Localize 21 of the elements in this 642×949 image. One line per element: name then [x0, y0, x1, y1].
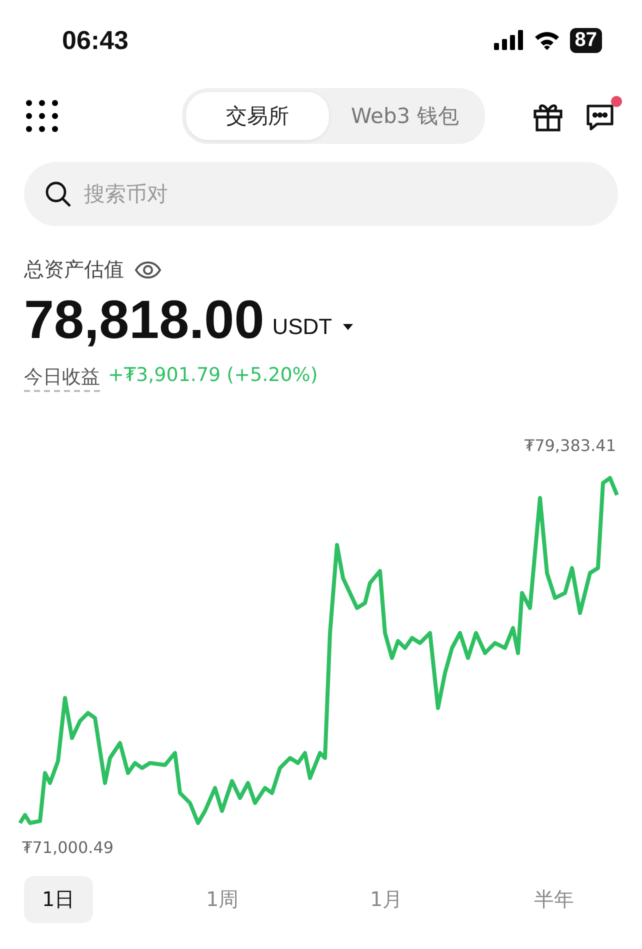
signal-icon — [494, 30, 524, 50]
range-tab[interactable]: 1日 — [24, 876, 93, 924]
balance-amount: 78,818.00 — [24, 291, 264, 350]
range-tab[interactable]: 半年 — [516, 876, 592, 924]
currency-selector[interactable]: USDT — [272, 314, 354, 350]
chart-max-label: ₮79,383.41 — [524, 436, 616, 456]
search-field[interactable]: 搜索币对 — [24, 162, 618, 226]
total-assets-label: 总资产估值 — [24, 256, 124, 283]
today-pnl-value: +₮3,901.79 (+5.20%) — [108, 364, 318, 388]
range-tab[interactable]: 1月 — [352, 876, 421, 924]
header-tab[interactable]: 交易所 — [186, 92, 329, 140]
chart-min-label: ₮71,000.49 — [22, 838, 114, 858]
status-time: 06:43 — [62, 24, 128, 56]
caret-icon — [342, 323, 354, 332]
header-tab[interactable]: Web3 钱包 — [329, 92, 481, 140]
range-tab[interactable]: 1周 — [188, 876, 257, 924]
wifi-icon — [534, 30, 560, 50]
eye-icon[interactable] — [134, 260, 162, 280]
menu-icon[interactable] — [26, 100, 58, 132]
battery-indicator: 87 — [570, 28, 602, 52]
today-pnl-label: 今日收益 — [24, 364, 100, 392]
